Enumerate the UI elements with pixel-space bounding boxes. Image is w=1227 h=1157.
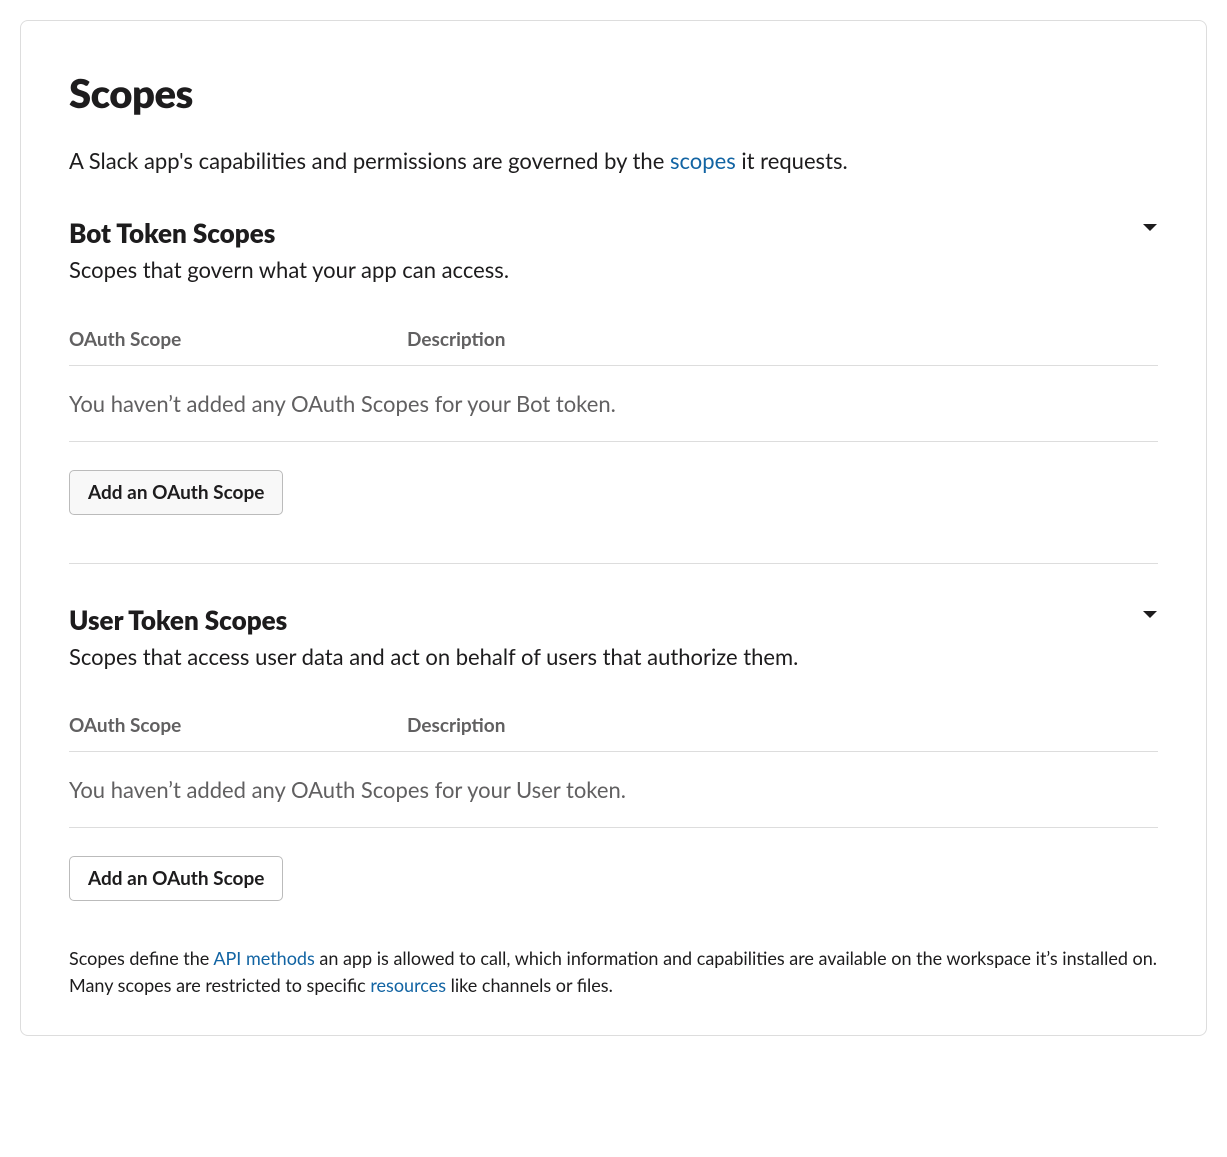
user-empty-row: You haven’t added any OAuth Scopes for y… xyxy=(69,752,1158,828)
footer-p1: Scopes define the xyxy=(69,947,213,969)
user-table-header: OAuth Scope Description xyxy=(69,714,1158,752)
scopes-link[interactable]: scopes xyxy=(670,147,736,174)
user-col-scope-header: OAuth Scope xyxy=(69,714,407,737)
caret-down-icon xyxy=(1142,610,1158,620)
add-bot-scope-button[interactable]: Add an OAuth Scope xyxy=(69,470,283,515)
resources-link[interactable]: resources xyxy=(370,974,446,996)
user-section-title: User Token Scopes xyxy=(69,604,798,636)
api-methods-link[interactable]: API methods xyxy=(213,947,314,969)
bot-collapse-toggle[interactable] xyxy=(1142,217,1158,233)
user-collapse-toggle[interactable] xyxy=(1142,604,1158,620)
footer-p3: like channels or files. xyxy=(446,974,613,996)
bot-section-subtitle: Scopes that govern what your app can acc… xyxy=(69,255,509,286)
intro-text: A Slack app's capabilities and permissio… xyxy=(69,145,1158,177)
intro-suffix: it requests. xyxy=(736,147,848,174)
caret-down-icon xyxy=(1142,223,1158,233)
bot-col-scope-header: OAuth Scope xyxy=(69,328,407,351)
user-section-header: User Token Scopes Scopes that access use… xyxy=(69,604,1158,673)
page-title: Scopes xyxy=(69,69,1158,117)
user-col-description-header: Description xyxy=(407,714,1158,737)
bot-empty-row: You haven’t added any OAuth Scopes for y… xyxy=(69,366,1158,442)
intro-prefix: A Slack app's capabilities and permissio… xyxy=(69,147,670,174)
bot-table-header: OAuth Scope Description xyxy=(69,328,1158,366)
bot-section-titles: Bot Token Scopes Scopes that govern what… xyxy=(69,217,509,286)
bot-token-section: Bot Token Scopes Scopes that govern what… xyxy=(69,217,1158,515)
add-user-scope-button[interactable]: Add an OAuth Scope xyxy=(69,856,283,901)
bot-col-description-header: Description xyxy=(407,328,1158,351)
user-token-section: User Token Scopes Scopes that access use… xyxy=(69,563,1158,1000)
user-scope-table: OAuth Scope Description You haven’t adde… xyxy=(69,714,1158,828)
bot-section-title: Bot Token Scopes xyxy=(69,217,509,249)
bot-scope-table: OAuth Scope Description You haven’t adde… xyxy=(69,328,1158,442)
footer-note: Scopes define the API methods an app is … xyxy=(69,945,1158,999)
user-section-titles: User Token Scopes Scopes that access use… xyxy=(69,604,798,673)
bot-section-header: Bot Token Scopes Scopes that govern what… xyxy=(69,217,1158,286)
scopes-card: Scopes A Slack app's capabilities and pe… xyxy=(20,20,1207,1036)
user-section-subtitle: Scopes that access user data and act on … xyxy=(69,642,798,673)
